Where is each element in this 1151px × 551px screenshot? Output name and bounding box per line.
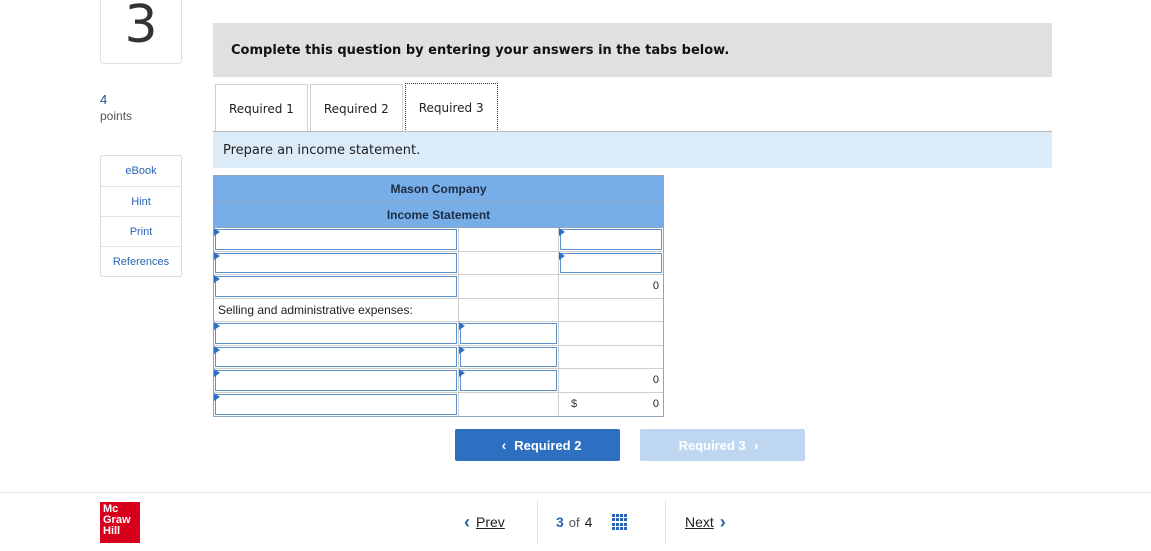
dropdown-indicator-icon <box>459 322 465 330</box>
tab-required-1[interactable]: Required 1 <box>215 84 308 132</box>
income-statement-table: Mason Company Income Statement 0 Selling… <box>213 175 664 417</box>
next-label: Next <box>685 514 714 530</box>
total-cell <box>559 322 663 345</box>
computed-value: 0 <box>652 280 659 293</box>
dropdown-indicator-icon <box>214 392 220 401</box>
statement-title-header: Income Statement <box>214 202 663 228</box>
section-label: Selling and administrative expenses: <box>214 298 459 321</box>
prev-question-link[interactable]: ‹ Prev <box>440 500 538 544</box>
current-question-number: 3 <box>556 514 564 530</box>
table-row <box>214 345 663 369</box>
hint-link[interactable]: Hint <box>101 186 181 216</box>
side-tools-panel: eBook Hint Print References <box>100 155 182 277</box>
dropdown-indicator-icon <box>214 228 220 236</box>
total-cell: 0 <box>559 369 663 392</box>
chevron-left-icon: ‹ <box>501 437 507 453</box>
references-link[interactable]: References <box>101 246 181 276</box>
total-questions: 4 <box>584 514 593 530</box>
next-required-button[interactable]: Required 3 › <box>640 429 805 461</box>
chevron-left-icon: ‹ <box>464 511 470 532</box>
dropdown-indicator-icon <box>459 345 465 354</box>
points-label: points <box>100 109 133 123</box>
points-value: 4 <box>100 92 108 107</box>
question-number: 3 <box>124 0 158 55</box>
amount-cell <box>459 251 559 274</box>
company-name-header: Mason Company <box>214 176 663 202</box>
chevron-right-icon: › <box>753 437 759 453</box>
total-cell: 0 <box>559 275 663 298</box>
amount-input[interactable] <box>460 370 557 391</box>
table-row: 0 <box>214 369 663 393</box>
total-cell <box>559 346 663 369</box>
of-label: of <box>568 514 580 530</box>
amount-input[interactable] <box>460 346 557 367</box>
table-row: 0 <box>214 275 663 299</box>
account-select[interactable] <box>215 252 457 273</box>
question-counter[interactable]: 3 of 4 <box>538 500 666 544</box>
table-row: $ 0 <box>214 392 663 417</box>
account-dropdown-cell <box>214 369 459 392</box>
total-cell <box>559 228 663 251</box>
account-select[interactable] <box>215 346 457 367</box>
points-block: 4 points <box>100 92 132 124</box>
account-dropdown-cell <box>214 322 459 345</box>
table-row <box>214 322 663 346</box>
amount-cell <box>459 322 559 345</box>
dropdown-indicator-icon <box>459 369 465 377</box>
previous-required-label: Required 2 <box>514 437 582 453</box>
amount-cell <box>459 275 559 298</box>
dropdown-indicator-icon <box>214 275 220 283</box>
total-cell <box>559 299 663 322</box>
dropdown-indicator-icon <box>559 228 565 236</box>
dropdown-indicator-icon <box>214 251 220 260</box>
instructions-banner: Complete this question by entering your … <box>213 23 1052 77</box>
previous-required-button[interactable]: ‹ Required 2 <box>455 429 620 461</box>
question-number-box: 3 <box>100 0 182 64</box>
tab-required-2[interactable]: Required 2 <box>309 84 403 132</box>
account-select[interactable] <box>215 323 457 344</box>
account-select[interactable] <box>215 393 457 415</box>
tab-required-3[interactable]: Required 3 <box>404 83 498 132</box>
mcgraw-hill-logo: Mc Graw Hill <box>100 502 140 543</box>
grid-icon[interactable] <box>612 514 628 530</box>
amount-cell <box>459 228 559 251</box>
next-required-label: Required 3 <box>678 437 746 453</box>
amount-cell <box>459 345 559 368</box>
total-input[interactable] <box>560 229 662 250</box>
currency-symbol: $ <box>571 398 578 411</box>
account-dropdown-cell <box>214 392 459 416</box>
requirement-tabs: Required 1 Required 2 Required 3 <box>215 83 500 132</box>
computed-value: 0 <box>652 374 659 387</box>
account-select[interactable] <box>215 276 457 297</box>
print-link[interactable]: Print <box>101 216 181 246</box>
total-input[interactable] <box>560 252 662 273</box>
amount-input[interactable] <box>460 323 557 344</box>
amount-cell <box>459 392 559 416</box>
ebook-link[interactable]: eBook <box>101 156 181 186</box>
total-cell <box>559 251 663 275</box>
dropdown-indicator-icon <box>214 369 220 377</box>
table-row: Selling and administrative expenses: <box>214 298 663 322</box>
dropdown-indicator-icon <box>214 322 220 330</box>
account-dropdown-cell <box>214 251 459 274</box>
account-select[interactable] <box>215 229 457 250</box>
instruction-text: Prepare an income statement. <box>213 132 1052 168</box>
dropdown-indicator-icon <box>559 251 565 260</box>
amount-cell <box>459 298 559 321</box>
amount-cell <box>459 369 559 392</box>
footer-divider <box>0 492 1151 493</box>
account-dropdown-cell <box>214 228 459 251</box>
account-dropdown-cell <box>214 345 459 368</box>
account-dropdown-cell <box>214 275 459 298</box>
table-row <box>214 251 663 275</box>
total-cell: $ 0 <box>559 393 663 417</box>
chevron-right-icon: › <box>719 511 726 532</box>
next-question-link[interactable]: Next › <box>666 500 766 544</box>
dropdown-indicator-icon <box>214 345 220 354</box>
table-row <box>214 228 663 252</box>
account-select[interactable] <box>215 370 457 391</box>
prev-label: Prev <box>476 514 505 530</box>
